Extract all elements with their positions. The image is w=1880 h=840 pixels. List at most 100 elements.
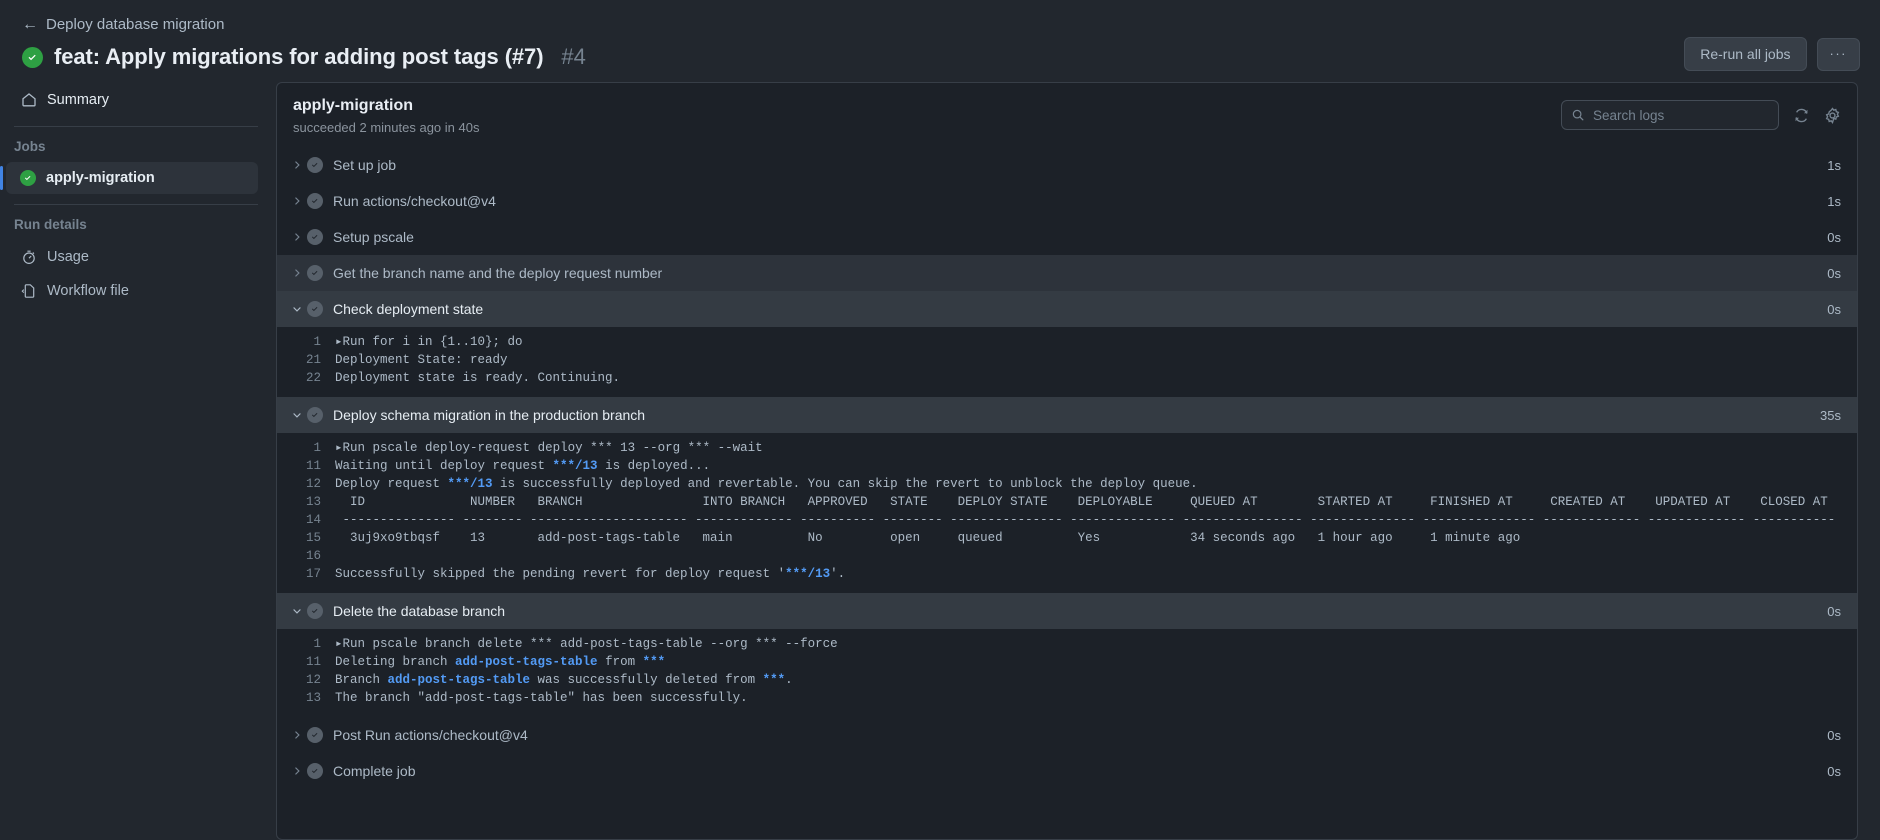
search-logs-box[interactable] bbox=[1561, 100, 1779, 130]
sidebar-heading-run-details: Run details bbox=[14, 217, 87, 232]
step-row[interactable]: Get the branch name and the deploy reque… bbox=[277, 255, 1857, 291]
sidebar-item-label: apply-migration bbox=[46, 170, 155, 186]
chevron-down-icon[interactable] bbox=[287, 605, 307, 617]
step-row[interactable]: Check deployment state 0s bbox=[277, 291, 1857, 327]
home-icon bbox=[20, 91, 37, 108]
more-options-button[interactable]: ··· bbox=[1816, 37, 1860, 71]
log-line: 14 --------------- -------- ------------… bbox=[277, 511, 1857, 529]
chevron-right-icon[interactable] bbox=[287, 729, 307, 741]
log-line-text: The branch "add-post-tags-table" has bee… bbox=[335, 691, 748, 705]
log-line: 15 3uj9xo9tbqsf 13 add-post-tags-table m… bbox=[277, 529, 1857, 547]
page-title: feat: Apply migrations for adding post t… bbox=[54, 44, 544, 69]
log-line-number: 17 bbox=[305, 567, 321, 581]
step-log-output: 1 ▸Run for i in {1..10}; do 21 Deployment S… bbox=[277, 327, 1857, 397]
step-log-output: 1 ▸Run pscale deploy-request deploy *** 1… bbox=[277, 433, 1857, 593]
sidebar-item-workflow-file[interactable]: Workflow file bbox=[6, 274, 258, 307]
chevron-down-icon[interactable] bbox=[287, 303, 307, 315]
step-duration: 0s bbox=[1827, 763, 1841, 779]
chevron-right-icon[interactable] bbox=[287, 195, 307, 207]
search-icon bbox=[1571, 108, 1585, 122]
log-line-number: 13 bbox=[305, 691, 321, 705]
log-line-number: 12 bbox=[305, 477, 321, 491]
step-row[interactable]: Setup pscale 0s bbox=[277, 219, 1857, 255]
log-line: 16 bbox=[277, 547, 1857, 565]
step-row[interactable]: Delete the database branch 0s bbox=[277, 593, 1857, 629]
log-line-number: 14 bbox=[305, 513, 321, 527]
log-line: 17 Successfully skipped the pending rever… bbox=[277, 565, 1857, 583]
step-row[interactable]: Complete job 0s bbox=[277, 753, 1857, 789]
step-label: Set up job bbox=[333, 157, 397, 173]
sidebar: Summary Jobs apply-migration Run details bbox=[0, 82, 276, 840]
chevron-right-icon[interactable] bbox=[287, 159, 307, 171]
log-line-text: ▸Run pscale branch delete *** add-post-t… bbox=[335, 637, 838, 651]
success-check-icon bbox=[307, 407, 323, 423]
job-logs-header-left: apply-migration succeeded 2 minutes ago … bbox=[293, 97, 1561, 135]
log-line: 1 ▸Run pscale deploy-request deploy *** 1… bbox=[277, 439, 1857, 457]
step-duration: 0s bbox=[1827, 229, 1841, 245]
step-row[interactable]: Set up job 1s bbox=[277, 147, 1857, 183]
step-label: Post Run actions/checkout@v4 bbox=[333, 727, 528, 743]
log-line-number: 11 bbox=[305, 459, 321, 473]
step-label: Get the branch name and the deploy reque… bbox=[333, 265, 663, 281]
log-line: 1 ▸Run pscale branch delete *** add-post-… bbox=[277, 635, 1857, 653]
success-check-icon bbox=[307, 603, 323, 619]
step-duration: 1s bbox=[1827, 157, 1841, 173]
success-check-icon bbox=[307, 229, 323, 245]
step-row[interactable]: Post Run actions/checkout@v4 0s bbox=[277, 717, 1857, 753]
page-body: Summary Jobs apply-migration Run details bbox=[0, 70, 1880, 840]
job-status-text: succeeded 2 minutes ago in 40s bbox=[293, 120, 480, 135]
success-check-icon bbox=[307, 763, 323, 779]
success-check-icon bbox=[307, 727, 323, 743]
gear-icon[interactable] bbox=[1824, 106, 1841, 124]
chevron-right-icon[interactable] bbox=[287, 231, 307, 243]
log-line-text: --------------- -------- ---------------… bbox=[335, 513, 1836, 527]
log-line: 11 Waiting until deploy request ***/13 is… bbox=[277, 457, 1857, 475]
log-line: 13 ID NUMBER BRANCH INTO BRANCH APPROVED… bbox=[277, 493, 1857, 511]
chevron-right-icon[interactable] bbox=[287, 267, 307, 279]
success-check-icon bbox=[307, 301, 323, 317]
step-label: Delete the database branch bbox=[333, 603, 506, 619]
log-line-number: 15 bbox=[305, 531, 321, 545]
job-title: apply-migration bbox=[293, 97, 414, 114]
steps-list: Set up job 1s Run actions/checkout@v4 1s Set… bbox=[277, 147, 1857, 839]
log-line: 12 Branch add-post-tags-table was success… bbox=[277, 671, 1857, 689]
success-check-icon bbox=[307, 193, 323, 209]
sidebar-divider-1 bbox=[14, 126, 258, 127]
sidebar-heading-jobs: Jobs bbox=[14, 139, 46, 154]
step-row[interactable]: Run actions/checkout@v4 1s bbox=[277, 183, 1857, 219]
refresh-icon[interactable] bbox=[1793, 107, 1810, 124]
job-logs-header: apply-migration succeeded 2 minutes ago … bbox=[277, 83, 1857, 147]
step-label: Complete job bbox=[333, 763, 416, 779]
step-duration: 0s bbox=[1827, 727, 1841, 743]
arrow-left-icon[interactable]: ← bbox=[22, 16, 38, 33]
log-line-text: ▸Run pscale deploy-request deploy *** 13… bbox=[335, 441, 763, 455]
job-logs-panel: apply-migration succeeded 2 minutes ago … bbox=[276, 82, 1858, 840]
header-actions: Re-run all jobs ··· bbox=[1684, 37, 1860, 72]
step-row[interactable]: Deploy schema migration in the productio… bbox=[277, 397, 1857, 433]
step-duration: 35s bbox=[1820, 407, 1841, 423]
log-line: 21 Deployment State: ready bbox=[277, 351, 1857, 369]
sidebar-item-apply-migration[interactable]: apply-migration bbox=[0, 162, 258, 194]
sidebar-divider-2 bbox=[14, 204, 258, 205]
step-label: Setup pscale bbox=[333, 229, 414, 245]
success-check-icon bbox=[20, 170, 36, 186]
chevron-right-icon[interactable] bbox=[287, 765, 307, 777]
step-label: Deploy schema migration in the productio… bbox=[333, 407, 646, 423]
breadcrumb[interactable]: ← Deploy database migration bbox=[22, 16, 1858, 33]
step-duration: 0s bbox=[1827, 603, 1841, 619]
search-input[interactable] bbox=[1593, 107, 1769, 123]
log-line-number: 22 bbox=[305, 371, 321, 385]
page-header: ← Deploy database migration feat: Apply … bbox=[0, 0, 1880, 72]
sidebar-item-usage[interactable]: Usage bbox=[6, 240, 258, 273]
breadcrumb-label[interactable]: Deploy database migration bbox=[46, 16, 224, 33]
chevron-down-icon[interactable] bbox=[287, 409, 307, 421]
log-line: 12 Deploy request ***/13 is successfully … bbox=[277, 475, 1857, 493]
rerun-all-jobs-button[interactable]: Re-run all jobs bbox=[1684, 37, 1807, 72]
step-label: Check deployment state bbox=[333, 301, 484, 317]
job-logs-toolbar bbox=[1561, 97, 1841, 130]
log-line-number: 1 bbox=[313, 335, 321, 349]
run-title-row: feat: Apply migrations for adding post t… bbox=[22, 44, 1858, 70]
sidebar-item-summary[interactable]: Summary bbox=[6, 83, 258, 116]
log-line-text: Waiting until deploy request ***/13 is d… bbox=[335, 459, 711, 473]
log-line-number: 13 bbox=[305, 495, 321, 509]
